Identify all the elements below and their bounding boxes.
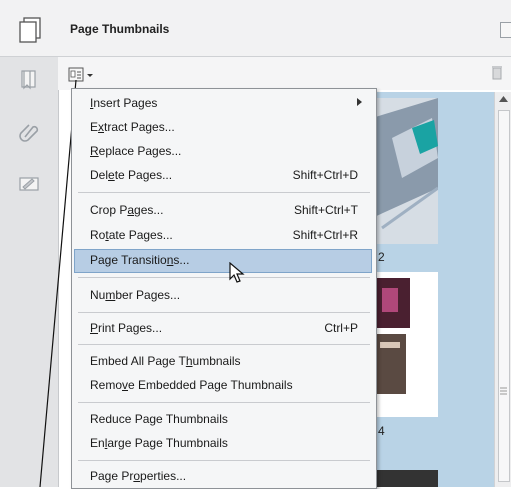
trash-icon[interactable] bbox=[491, 64, 503, 80]
page-thumbnail-1[interactable] bbox=[372, 98, 438, 244]
menu-item-rotate-pages[interactable]: Rotate Pages... Shift+Ctrl+R bbox=[74, 224, 372, 246]
scroll-thumb[interactable] bbox=[498, 110, 510, 482]
scroll-grip-icon bbox=[500, 387, 507, 395]
page-thumbnails-icon[interactable] bbox=[18, 17, 42, 43]
panel-menu-button[interactable] bbox=[500, 22, 511, 38]
menu-item-reduce-thumbnails[interactable]: Reduce Page Thumbnails bbox=[74, 408, 372, 430]
vertical-scrollbar[interactable] bbox=[494, 92, 511, 487]
menu-item-number-pages[interactable]: Number Pages... bbox=[74, 284, 372, 306]
shortcut-label: Shift+Ctrl+T bbox=[293, 203, 358, 217]
thumbnail-list: 2 4 bbox=[364, 92, 494, 487]
menu-item-enlarge-thumbnails[interactable]: Enlarge Page Thumbnails bbox=[74, 432, 372, 454]
page-number: 2 bbox=[378, 250, 385, 264]
menu-separator bbox=[78, 402, 370, 403]
menu-item-remove-embedded-thumbnails[interactable]: Remove Embedded Page Thumbnails bbox=[74, 374, 372, 396]
menu-item-embed-all-thumbnails[interactable]: Embed All Page Thumbnails bbox=[74, 350, 372, 372]
page-thumbnail-image bbox=[372, 98, 438, 244]
bookmark-icon[interactable] bbox=[18, 69, 40, 91]
shortcut-label: Ctrl+P bbox=[324, 321, 358, 335]
thumbnails-toolbar bbox=[58, 57, 511, 90]
menu-separator bbox=[78, 460, 370, 461]
submenu-arrow-icon bbox=[357, 98, 362, 106]
shortcut-label: Shift+Ctrl+D bbox=[292, 168, 358, 182]
mouse-pointer-icon bbox=[229, 262, 245, 283]
menu-item-label: Insert Pages bbox=[90, 96, 158, 110]
page-thumbnail-2[interactable] bbox=[372, 272, 438, 417]
menu-separator bbox=[78, 192, 370, 193]
menu-item-crop-pages[interactable]: Crop Pages... Shift+Ctrl+T bbox=[74, 199, 372, 221]
attachment-icon[interactable] bbox=[18, 121, 40, 143]
menu-item-delete-pages[interactable]: Delete Pages... Shift+Ctrl+D bbox=[74, 164, 372, 186]
menu-item-page-properties[interactable]: Page Properties... bbox=[74, 465, 372, 487]
menu-item-insert-pages[interactable]: Insert Pages bbox=[74, 92, 372, 114]
shortcut-label: Shift+Ctrl+R bbox=[292, 228, 358, 242]
thumbnail-options-icon[interactable] bbox=[68, 67, 96, 83]
menu-item-replace-pages[interactable]: Replace Pages... bbox=[74, 140, 372, 162]
menu-item-print-pages[interactable]: Print Pages... Ctrl+P bbox=[74, 317, 372, 339]
signature-icon[interactable] bbox=[18, 173, 40, 195]
panel-title: Page Thumbnails bbox=[70, 22, 170, 36]
navigation-pane bbox=[0, 57, 59, 487]
menu-item-page-transitions[interactable]: Page Transitions... bbox=[74, 249, 372, 273]
page-thumbnail-3[interactable] bbox=[372, 470, 438, 487]
menu-item-extract-pages[interactable]: Extract Pages... bbox=[74, 116, 372, 138]
menu-separator bbox=[78, 344, 370, 345]
menu-separator bbox=[78, 277, 370, 278]
menu-separator bbox=[78, 312, 370, 313]
thumbnail-options-menu: Insert Pages Extract Pages... Replace Pa… bbox=[71, 88, 377, 489]
panel-header: Page Thumbnails bbox=[0, 0, 511, 57]
scroll-up-arrow-icon[interactable] bbox=[499, 96, 508, 102]
page-number: 4 bbox=[378, 424, 385, 438]
page-thumbnail-image bbox=[372, 272, 438, 417]
